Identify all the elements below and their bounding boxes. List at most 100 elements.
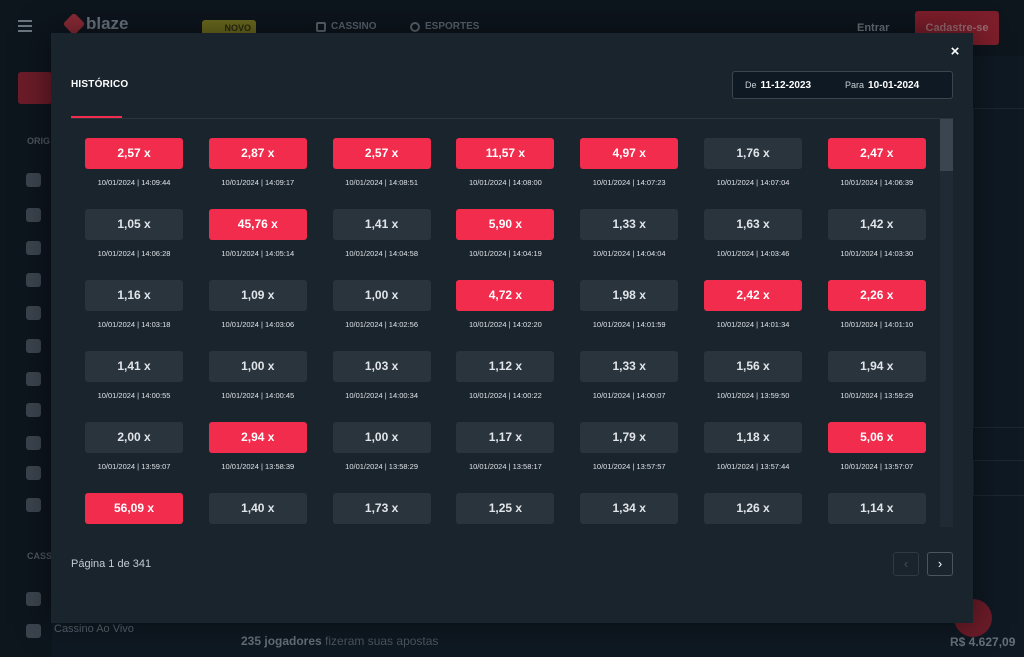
- multiplier-badge[interactable]: 5,90 x: [456, 209, 555, 240]
- menu-icon[interactable]: [18, 20, 32, 32]
- history-entry[interactable]: 2,87 x 10/01/2024 | 14:09:17: [208, 138, 307, 187]
- multiplier-badge[interactable]: 1,56 x: [704, 351, 802, 382]
- history-entry[interactable]: 2,57 x 10/01/2024 | 14:08:51: [332, 138, 431, 187]
- plinko-icon[interactable]: [26, 403, 41, 417]
- history-entry[interactable]: 1,17 x 10/01/2024 | 13:58:17: [456, 422, 555, 471]
- leaf-icon[interactable]: [26, 498, 41, 512]
- history-entry[interactable]: 2,42 x 10/01/2024 | 14:01:34: [704, 280, 802, 329]
- multiplier-badge[interactable]: 1,63 x: [704, 209, 802, 240]
- multiplier-badge[interactable]: 1,05 x: [85, 209, 183, 240]
- dice-icon[interactable]: [26, 372, 41, 386]
- multiplier-badge[interactable]: 1,73 x: [332, 493, 431, 524]
- history-entry[interactable]: 2,57 x 10/01/2024 | 14:09:44: [85, 138, 183, 187]
- multiplier-badge[interactable]: 2,94 x: [208, 422, 307, 453]
- multiplier-badge[interactable]: 1,79 x: [580, 422, 679, 453]
- history-entry[interactable]: 2,47 x 10/01/2024 | 14:06:39: [827, 138, 926, 187]
- multiplier-badge[interactable]: 2,00 x: [85, 422, 183, 453]
- date-range-picker[interactable]: De 11-12-2023 Para 10-01-2024: [732, 71, 953, 99]
- multiplier-badge[interactable]: 1,25 x: [456, 493, 555, 524]
- next-page-button[interactable]: ›: [927, 552, 953, 576]
- date-to[interactable]: Para 10-01-2024: [845, 80, 919, 91]
- box-icon[interactable]: [26, 466, 41, 480]
- history-entry[interactable]: 1,73 x: [332, 493, 431, 527]
- history-entry[interactable]: 1,25 x: [456, 493, 555, 527]
- scrollbar-track[interactable]: [940, 119, 953, 527]
- prev-page-button[interactable]: ‹: [893, 552, 919, 576]
- multiplier-badge[interactable]: 1,41 x: [85, 351, 183, 382]
- multiplier-badge[interactable]: 1,33 x: [580, 351, 679, 382]
- history-entry[interactable]: 1,41 x 10/01/2024 | 14:00:55: [85, 351, 183, 400]
- multiplier-badge[interactable]: 1,17 x: [456, 422, 555, 453]
- history-entry[interactable]: 1,98 x 10/01/2024 | 14:01:59: [580, 280, 679, 329]
- live-tv-icon[interactable]: [26, 624, 41, 638]
- history-entry[interactable]: 1,05 x 10/01/2024 | 14:06:28: [85, 209, 183, 258]
- wave-icon[interactable]: [26, 241, 41, 255]
- history-entry[interactable]: 45,76 x 10/01/2024 | 14:05:14: [208, 209, 307, 258]
- history-entry[interactable]: 56,09 x: [85, 493, 183, 527]
- cherry-icon[interactable]: [26, 592, 41, 606]
- history-entry[interactable]: 5,90 x 10/01/2024 | 14:04:19: [456, 209, 555, 258]
- nav-cassino[interactable]: CASSINO: [316, 21, 377, 32]
- multiplier-badge[interactable]: 45,76 x: [208, 209, 307, 240]
- history-entry[interactable]: 1,00 x 10/01/2024 | 13:58:29: [332, 422, 431, 471]
- date-from[interactable]: De 11-12-2023: [745, 80, 811, 91]
- multiplier-badge[interactable]: 1,18 x: [704, 422, 802, 453]
- multiplier-badge[interactable]: 1,33 x: [580, 209, 679, 240]
- multiplier-badge[interactable]: 5,06 x: [827, 422, 926, 453]
- sidebar-highlight-button[interactable]: [18, 72, 52, 104]
- history-entry[interactable]: 1,63 x 10/01/2024 | 14:03:46: [704, 209, 802, 258]
- bomb-icon[interactable]: [26, 339, 41, 353]
- multiplier-badge[interactable]: 1,34 x: [580, 493, 679, 524]
- history-entry[interactable]: 4,72 x 10/01/2024 | 14:02:20: [456, 280, 555, 329]
- multiplier-badge[interactable]: 1,12 x: [456, 351, 555, 382]
- multiplier-badge[interactable]: 4,72 x: [456, 280, 555, 311]
- multiplier-badge[interactable]: 1,76 x: [704, 138, 802, 169]
- multiplier-badge[interactable]: 1,14 x: [827, 493, 926, 524]
- history-entry[interactable]: 2,94 x 10/01/2024 | 13:58:39: [208, 422, 307, 471]
- history-entry[interactable]: 1,56 x 10/01/2024 | 13:59:50: [704, 351, 802, 400]
- history-entry[interactable]: 1,76 x 10/01/2024 | 14:07:04: [704, 138, 802, 187]
- history-entry[interactable]: 1,00 x 10/01/2024 | 14:02:56: [332, 280, 431, 329]
- multiplier-badge[interactable]: 1,00 x: [208, 351, 307, 382]
- multiplier-badge[interactable]: 1,94 x: [827, 351, 926, 382]
- multiplier-badge[interactable]: 2,26 x: [827, 280, 926, 311]
- multiplier-badge[interactable]: 1,00 x: [332, 280, 431, 311]
- scrollbar-thumb[interactable]: [940, 119, 953, 171]
- history-entry[interactable]: 1,14 x: [827, 493, 926, 527]
- multiplier-badge[interactable]: 2,57 x: [332, 138, 431, 169]
- history-entry[interactable]: 1,03 x 10/01/2024 | 14:00:34: [332, 351, 431, 400]
- multiplier-badge[interactable]: 4,97 x: [580, 138, 679, 169]
- history-entry[interactable]: 1,12 x 10/01/2024 | 14:00:22: [456, 351, 555, 400]
- multiplier-badge[interactable]: 1,16 x: [85, 280, 183, 311]
- close-icon[interactable]: ×: [947, 44, 963, 60]
- history-entry[interactable]: 1,41 x 10/01/2024 | 14:04:58: [332, 209, 431, 258]
- history-entry[interactable]: 1,16 x 10/01/2024 | 14:03:18: [85, 280, 183, 329]
- multiplier-badge[interactable]: 11,57 x: [456, 138, 555, 169]
- logo[interactable]: blaze: [62, 12, 129, 36]
- history-entry[interactable]: 1,26 x: [704, 493, 802, 527]
- multiplier-badge[interactable]: 1,41 x: [332, 209, 431, 240]
- shield-icon[interactable]: [26, 273, 41, 287]
- history-entry[interactable]: 1,34 x: [580, 493, 679, 527]
- multiplier-badge[interactable]: 1,42 x: [827, 209, 926, 240]
- multiplier-badge[interactable]: 56,09 x: [85, 493, 183, 524]
- history-entry[interactable]: 1,18 x 10/01/2024 | 13:57:44: [704, 422, 802, 471]
- history-entry[interactable]: 1,40 x: [208, 493, 307, 527]
- history-grid[interactable]: 2,57 x 10/01/2024 | 14:09:44 2,87 x 10/01/2…: [71, 119, 939, 527]
- history-entry[interactable]: 2,26 x 10/01/2024 | 14:01:10: [827, 280, 926, 329]
- multiplier-badge[interactable]: 2,87 x: [208, 138, 307, 169]
- multiplier-badge[interactable]: 1,26 x: [704, 493, 802, 524]
- slot-icon[interactable]: [26, 306, 41, 320]
- multiplier-badge[interactable]: 2,47 x: [827, 138, 926, 169]
- history-entry[interactable]: 2,00 x 10/01/2024 | 13:59:07: [85, 422, 183, 471]
- history-entry[interactable]: 1,33 x 10/01/2024 | 14:04:04: [580, 209, 679, 258]
- history-entry[interactable]: 11,57 x 10/01/2024 | 14:08:00: [456, 138, 555, 187]
- sidebar-item-cassino-ao-vivo[interactable]: Cassino Ao Vivo: [54, 623, 134, 635]
- history-entry[interactable]: 1,42 x 10/01/2024 | 14:03:30: [827, 209, 926, 258]
- multiplier-badge[interactable]: 1,09 x: [208, 280, 307, 311]
- multiplier-badge[interactable]: 2,57 x: [85, 138, 183, 169]
- chess-icon[interactable]: [26, 436, 41, 450]
- multiplier-badge[interactable]: 2,42 x: [704, 280, 802, 311]
- history-entry[interactable]: 1,33 x 10/01/2024 | 14:00:07: [580, 351, 679, 400]
- nav-esportes[interactable]: ESPORTES: [410, 21, 479, 32]
